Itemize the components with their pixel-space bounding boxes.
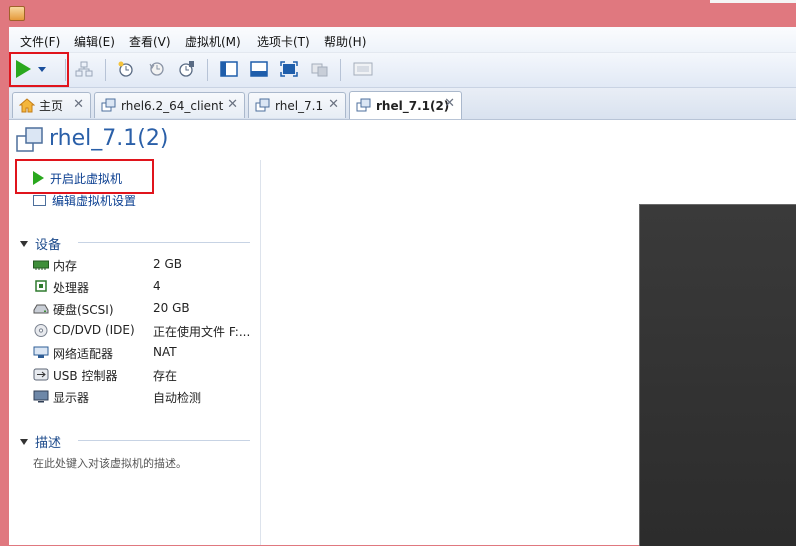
device-row-monitor[interactable]: 显示器 自动检测 xyxy=(33,387,259,407)
monitor-icon xyxy=(33,390,49,403)
section-divider xyxy=(78,242,250,243)
cpu-icon xyxy=(35,280,47,292)
revert-snapshot-button[interactable] xyxy=(146,58,168,80)
device-row-cd-dvd[interactable]: CD/DVD (IDE) 正在使用文件 F:... xyxy=(33,321,259,341)
harddisk-icon xyxy=(33,304,49,314)
device-row-memory[interactable]: 内存 2 GB xyxy=(33,255,259,275)
power-on-button[interactable] xyxy=(12,58,34,80)
menu-vm[interactable]: 虚拟机(M) xyxy=(185,33,241,50)
vm-icon xyxy=(255,98,270,112)
vm-preview-panel xyxy=(261,160,796,546)
unity-button[interactable] xyxy=(309,58,331,80)
tab-label: 主页 xyxy=(39,99,64,113)
edit-vm-settings-link[interactable]: 编辑虚拟机设置 xyxy=(33,192,136,209)
menu-tabs[interactable]: 选项卡(T) xyxy=(257,33,310,50)
show-sidebar-button[interactable] xyxy=(218,58,240,80)
revert-clock-icon xyxy=(149,62,164,76)
network-map-button[interactable] xyxy=(73,58,95,80)
vm-header: rhel_7.1(2) xyxy=(9,120,796,160)
settings-icon xyxy=(33,195,46,206)
close-icon[interactable]: ✕ xyxy=(444,96,455,111)
power-dropdown-button[interactable] xyxy=(35,58,49,80)
sidebar-layout-icon xyxy=(220,61,238,77)
collapse-icon xyxy=(20,438,28,445)
play-icon xyxy=(15,60,31,78)
tab-home[interactable]: 主页 ✕ xyxy=(12,92,91,118)
vm-details-panel: 开启此虚拟机 编辑虚拟机设置 设备 内存 2 GB 处理器 4 硬盘(SCSI)… xyxy=(9,159,261,545)
tab-rhel6-client[interactable]: rhel6.2_64_client ✕ xyxy=(94,92,245,118)
menu-view[interactable]: 查看(V) xyxy=(129,33,171,50)
thumbnail-bar-button[interactable] xyxy=(248,58,270,80)
console-view-button[interactable] xyxy=(352,58,374,80)
collapse-icon xyxy=(20,240,28,247)
menu-file[interactable]: 文件(F) xyxy=(20,33,60,50)
tab-rhel7[interactable]: rhel_7.1 ✕ xyxy=(248,92,346,118)
vm-icon xyxy=(356,98,371,112)
home-icon xyxy=(19,98,35,113)
vm-title: rhel_7.1(2) xyxy=(49,126,169,151)
thumbnail-layout-icon xyxy=(250,61,268,77)
snapshot-manager-icon xyxy=(179,61,194,77)
menu-bar: 文件(F) 编辑(E) 查看(V) 虚拟机(M) 选项卡(T) 帮助(H) xyxy=(9,27,796,53)
power-on-vm-link[interactable]: 开启此虚拟机 xyxy=(33,170,122,187)
description-text[interactable]: 在此处键入对该虚拟机的描述。 xyxy=(33,455,187,471)
snapshot-clock-icon xyxy=(118,61,133,77)
cd-icon xyxy=(34,324,48,337)
snapshot-manager-button[interactable] xyxy=(176,58,198,80)
vm-large-icon xyxy=(16,127,43,152)
devices-section-header[interactable]: 设备 xyxy=(20,234,61,253)
titlebar-edge xyxy=(710,0,796,3)
menu-help[interactable]: 帮助(H) xyxy=(324,33,366,50)
tab-label: rhel_7.1(2) xyxy=(376,98,450,113)
description-heading: 描述 xyxy=(35,436,62,451)
network-icon xyxy=(33,346,49,358)
usb-icon xyxy=(33,368,49,381)
window-titlebar xyxy=(0,0,796,27)
vmware-app-icon xyxy=(9,6,25,21)
chevron-down-icon xyxy=(38,66,46,72)
toolbar-separator xyxy=(105,59,106,81)
devices-heading: 设备 xyxy=(35,238,62,253)
play-icon xyxy=(33,171,44,185)
vm-screen-preview[interactable] xyxy=(639,204,796,546)
unity-icon xyxy=(311,63,328,77)
vm-icon xyxy=(101,98,116,112)
tab-bar: 主页 ✕ rhel6.2_64_client ✕ rhel_7.1 ✕ rhel… xyxy=(9,88,796,120)
menu-edit[interactable]: 编辑(E) xyxy=(74,33,115,50)
memory-icon xyxy=(33,260,49,270)
fullscreen-icon xyxy=(280,61,298,77)
close-icon[interactable]: ✕ xyxy=(227,97,238,112)
network-map-icon xyxy=(75,61,93,77)
description-section-header[interactable]: 描述 xyxy=(20,432,61,451)
power-on-label: 开启此虚拟机 xyxy=(50,172,123,186)
tab-label: rhel_7.1 xyxy=(275,98,324,113)
vmware-window: 文件(F) 编辑(E) 查看(V) 虚拟机(M) 选项卡(T) 帮助(H) 主页… xyxy=(9,27,796,546)
close-icon[interactable]: ✕ xyxy=(73,97,84,112)
toolbar-separator xyxy=(207,59,208,81)
toolbar-separator xyxy=(340,59,341,81)
close-icon[interactable]: ✕ xyxy=(328,97,339,112)
edit-settings-label: 编辑虚拟机设置 xyxy=(52,194,137,208)
device-row-usb[interactable]: USB 控制器 存在 xyxy=(33,365,259,385)
toolbar xyxy=(9,53,796,88)
tab-label: rhel6.2_64_client xyxy=(121,98,224,113)
tab-rhel7-2[interactable]: rhel_7.1(2) ✕ xyxy=(349,91,462,119)
device-row-cpu[interactable]: 处理器 4 xyxy=(33,277,259,297)
device-row-harddisk[interactable]: 硬盘(SCSI) 20 GB xyxy=(33,299,259,319)
snapshot-button[interactable] xyxy=(115,58,137,80)
console-view-icon xyxy=(353,62,373,76)
device-row-network[interactable]: 网络适配器 NAT xyxy=(33,343,259,363)
toolbar-separator xyxy=(65,59,66,81)
section-divider xyxy=(78,440,250,441)
fullscreen-button[interactable] xyxy=(278,58,300,80)
